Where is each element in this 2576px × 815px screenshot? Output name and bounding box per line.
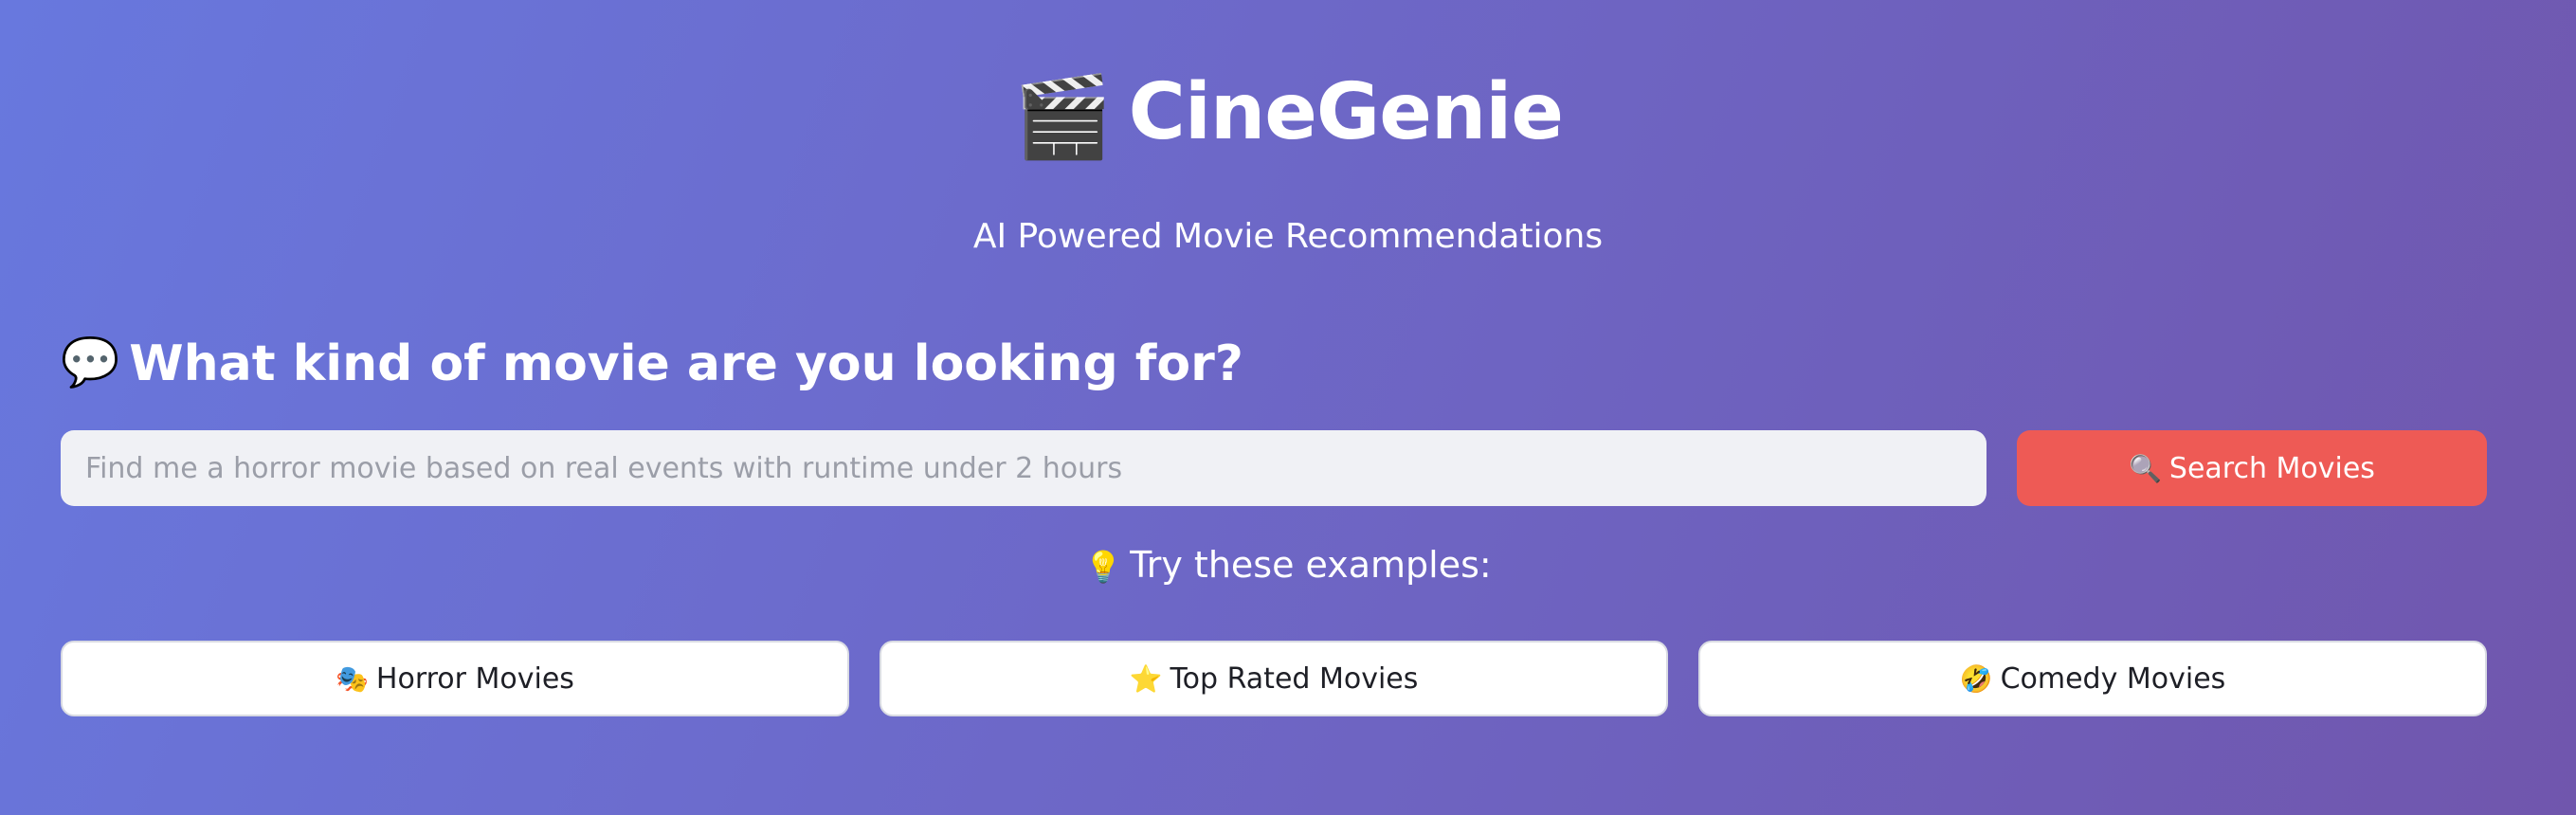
search-movies-button[interactable]: 🔍 Search Movies [2017,430,2487,506]
example-top-rated-button[interactable]: ⭐ Top Rated Movies [880,641,1668,716]
app-subtitle: AI Powered Movie Recommendations [972,217,1604,256]
app-title: 🎬 CineGenie [0,70,2576,163]
lightbulb-icon: 💡 [1084,549,1123,585]
example-label: Comedy Movies [2000,661,2226,696]
search-prompt-text: What kind of movie are you looking for? [129,335,1243,392]
star-icon: ⭐ [1129,662,1163,695]
example-comedy-button[interactable]: 🤣 Comedy Movies [1698,641,2487,716]
search-input[interactable] [61,430,1986,506]
magnifier-icon: 🔍 [2129,452,2162,484]
example-label: Top Rated Movies [1170,661,1419,696]
laughing-face-icon: 🤣 [1959,662,1993,695]
theater-masks-icon: 🎭 [336,662,369,695]
search-prompt-heading: 💬 What kind of movie are you looking for? [61,334,1243,393]
app-title-text: CineGenie [1128,67,1564,157]
examples-heading: 💡 Try these examples: [0,544,2576,588]
example-label: Horror Movies [375,661,574,696]
clapperboard-icon: 🎬 [1013,70,1113,163]
search-button-label: Search Movies [2168,451,2375,485]
example-horror-button[interactable]: 🎭 Horror Movies [61,641,849,716]
examples-heading-text: Try these examples: [1130,544,1492,586]
example-buttons: 🎭 Horror Movies ⭐ Top Rated Movies 🤣 Com… [61,641,2487,716]
speech-bubble-icon: 💬 [61,335,120,389]
